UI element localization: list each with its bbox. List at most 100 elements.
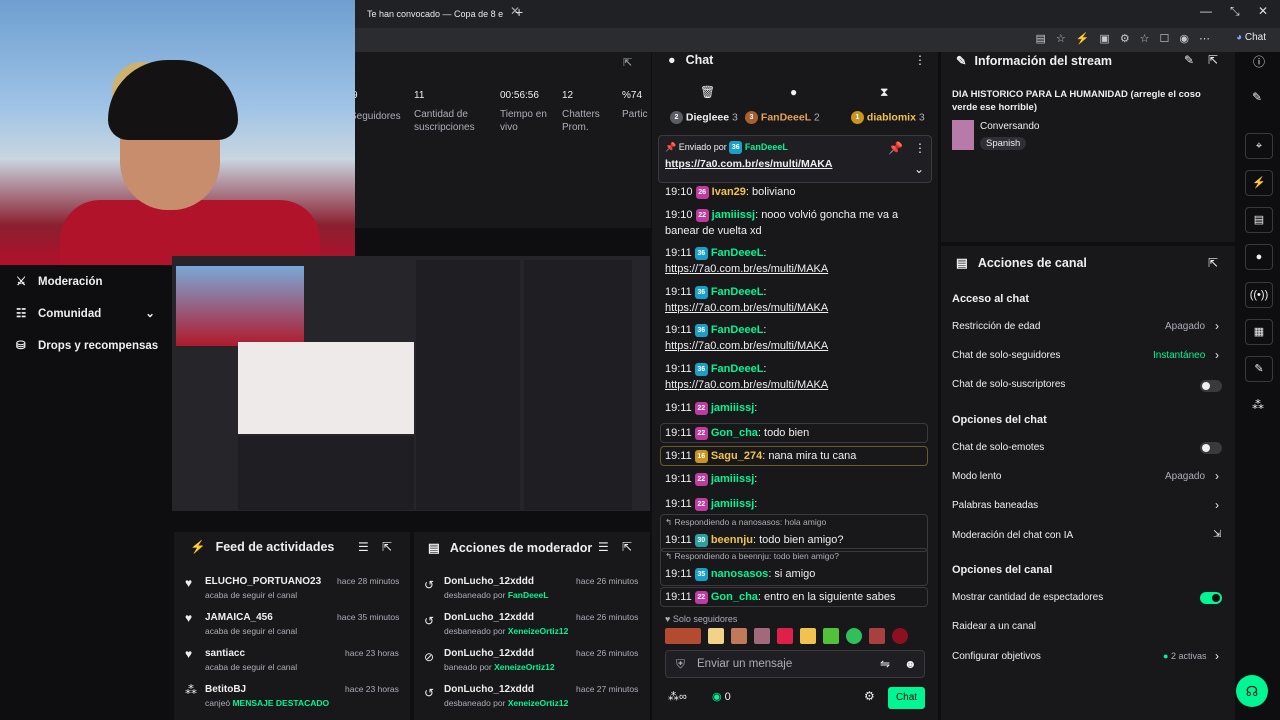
chevron-right-icon[interactable]: › (1215, 649, 1219, 663)
chat-username[interactable]: jamiiissj (708, 402, 754, 414)
rail-button-dashboard[interactable]: ▦ (1245, 319, 1273, 345)
channel-points[interactable]: ◉ 0 (712, 690, 731, 703)
pinned-link[interactable]: https://7a0.com.br/es/multi/MAKA (665, 158, 832, 170)
language-tag[interactable]: Spanish (980, 137, 1027, 150)
mod-name[interactable]: DonLucho_12xddd (444, 612, 534, 623)
chat-username[interactable]: Sagu_274 (708, 450, 762, 462)
chat-username[interactable]: FanDeeeL (708, 247, 764, 259)
setting-ai-moderation[interactable]: Moderación del chat con IA (952, 530, 1073, 541)
mod-name[interactable]: DonLucho_12xddd (444, 684, 534, 695)
reply-context[interactable]: ↰ Respondiendo a nanosasos: hola amigo (665, 517, 826, 528)
chevron-right-icon[interactable]: › (1215, 498, 1219, 512)
rail-button-broadcast[interactable]: ((•)) (1245, 282, 1273, 308)
popout-icon[interactable]: ⇱ (623, 56, 632, 69)
popout-icon[interactable]: ⇱ (1208, 256, 1218, 270)
points-icon[interactable]: ⁂∞ (668, 690, 687, 703)
info-icon[interactable]: ⓘ (1253, 53, 1265, 70)
feed-name[interactable]: ELUCHO_PORTUANO23 (205, 576, 321, 587)
stream-preview[interactable] (172, 256, 650, 511)
rail-button-document[interactable]: ▤ (1245, 207, 1273, 233)
chevron-right-icon[interactable]: › (1215, 319, 1219, 333)
emote[interactable] (846, 628, 862, 644)
leaderboard-item[interactable]: 3 FanDeeeL 2 (745, 111, 820, 124)
leaderboard-item[interactable]: 2 Diegleee 3 (670, 111, 738, 124)
chevron-right-icon[interactable]: › (1215, 348, 1219, 362)
settings-gear-icon[interactable]: ⚙ (864, 689, 875, 703)
new-tab-icon[interactable]: + (515, 4, 523, 20)
leaderboard-item[interactable]: 1 diablomix 3 (851, 111, 925, 124)
chat-username[interactable]: Gon_cha (708, 591, 758, 603)
chat-username[interactable]: jamiiissj (708, 498, 754, 510)
chat-message[interactable]: 19:11 22 jamiiissj: (665, 496, 930, 512)
minimize-icon[interactable]: — (1200, 4, 1212, 18)
popout-icon[interactable]: ⇱ (382, 540, 392, 554)
trash-icon[interactable]: 🗑 (700, 85, 715, 99)
copilot-chat-button[interactable]: ◕ Chat (1236, 32, 1266, 43)
feed-name[interactable]: JAMAICA_456 (205, 612, 273, 623)
emote[interactable] (892, 628, 908, 644)
rail-button-clip[interactable]: ⌖ (1245, 133, 1273, 159)
setting-followers-only[interactable]: Chat de solo-seguidores (952, 350, 1060, 361)
chevron-down-icon[interactable]: ⌄ (914, 162, 924, 176)
setting-age-restriction[interactable]: Restricción de edad (952, 321, 1040, 332)
category-name[interactable]: Conversando (980, 121, 1039, 132)
chat-username[interactable]: nanosasos (708, 568, 768, 580)
more-options-icon[interactable]: ⋮ (914, 141, 926, 155)
chat-message[interactable]: 19:11 22 Gon_cha: todo bien (665, 425, 930, 441)
popout-icon[interactable]: ⇱ (622, 540, 632, 554)
points-icon[interactable]: ⁂ (1252, 398, 1264, 412)
hourglass-icon[interactable]: ⧗ (880, 85, 888, 100)
feed-name[interactable]: BetitoBJ (205, 684, 246, 695)
emote[interactable] (754, 628, 770, 644)
mod-name[interactable]: DonLucho_12xddd (444, 648, 534, 659)
message-link[interactable]: https://7a0.com.br/es/multi/MAKA (665, 340, 828, 352)
shield-icon[interactable]: ⛨ (676, 657, 685, 672)
emote[interactable] (777, 628, 793, 644)
setting-subs-only[interactable]: Chat de solo-suscriptores (952, 379, 1065, 390)
edit-pencil-icon[interactable]: ✎ (1252, 90, 1262, 104)
restore-icon[interactable]: ⤡ (1230, 4, 1240, 19)
toggle-subs-only[interactable] (1200, 380, 1222, 392)
chat-message[interactable]: 19:11 16 Sagu_274: nana mira tu cana (665, 448, 930, 464)
emote[interactable] (708, 628, 724, 644)
chat-username[interactable]: jamiiissj (709, 209, 755, 221)
feed-name[interactable]: santiacc (205, 648, 245, 659)
mod-name[interactable]: DonLucho_12xddd (444, 576, 534, 587)
translate-icon[interactable]: ⇋ (880, 657, 890, 671)
message-link[interactable]: https://7a0.com.br/es/multi/MAKA (665, 302, 828, 314)
setting-emotes-only[interactable]: Chat de solo-emotes (952, 442, 1044, 453)
chat-message[interactable]: 19:11 36 FanDeeeL: https://7a0.com.br/es/… (665, 361, 930, 393)
nav-item-comunidad[interactable]: ☷ Comunidad ⌄ (16, 306, 155, 320)
chat-username[interactable]: FanDeeeL (708, 324, 764, 336)
chat-message[interactable]: 19:11 35 nanosasos: si amigo (665, 566, 930, 582)
popout-icon[interactable]: ⇱ (1208, 53, 1218, 67)
send-chat-button[interactable]: Chat (888, 687, 925, 709)
chat-username[interactable]: FanDeeeL (708, 363, 764, 375)
emoji-icon[interactable]: ☻ (904, 657, 917, 671)
message-link[interactable]: https://7a0.com.br/es/multi/MAKA (665, 263, 828, 275)
emote[interactable] (800, 628, 816, 644)
rail-button-lightning[interactable]: ⚡ (1245, 170, 1273, 196)
emote[interactable] (731, 628, 747, 644)
emote[interactable] (869, 628, 885, 644)
chat-message[interactable]: 19:11 22 Gon_cha: entro en la siguiente … (665, 589, 930, 605)
help-support-button[interactable]: ☊ (1236, 675, 1268, 707)
nav-item-drops[interactable]: ⛁ Drops y recompensas (16, 338, 158, 352)
close-window-icon[interactable]: ✕ (1258, 4, 1268, 18)
filter-icon[interactable]: ☰ (598, 540, 609, 554)
rail-button-wrench[interactable]: ✎ (1245, 356, 1273, 382)
setting-goals[interactable]: Configurar objetivos (952, 651, 1041, 662)
setting-slow-mode[interactable]: Modo lento (952, 471, 1001, 482)
edit-pencil-icon[interactable]: ✎ (1184, 53, 1194, 67)
message-link[interactable]: https://7a0.com.br/es/multi/MAKA (665, 379, 828, 391)
setting-show-viewers[interactable]: Mostrar cantidad de espectadores (952, 592, 1103, 603)
more-options-icon[interactable]: ⋮ (914, 53, 926, 67)
chat-message[interactable]: 19:11 36 FanDeeeL: https://7a0.com.br/es/… (665, 245, 930, 277)
unpin-icon[interactable]: 📌 (888, 141, 903, 155)
chat-username[interactable]: Ivan29 (709, 186, 746, 198)
chat-message[interactable]: 19:10 26 Ivan29: boliviano (665, 184, 930, 200)
toggle-emotes-only[interactable] (1200, 442, 1222, 454)
chat-message[interactable]: 19:11 22 jamiiissj: (665, 471, 930, 487)
chat-message[interactable]: 19:11 30 beennju: todo bien amigo? (665, 532, 930, 548)
browser-tab[interactable]: Te han convocado — Copa de 8 e (355, 4, 505, 24)
